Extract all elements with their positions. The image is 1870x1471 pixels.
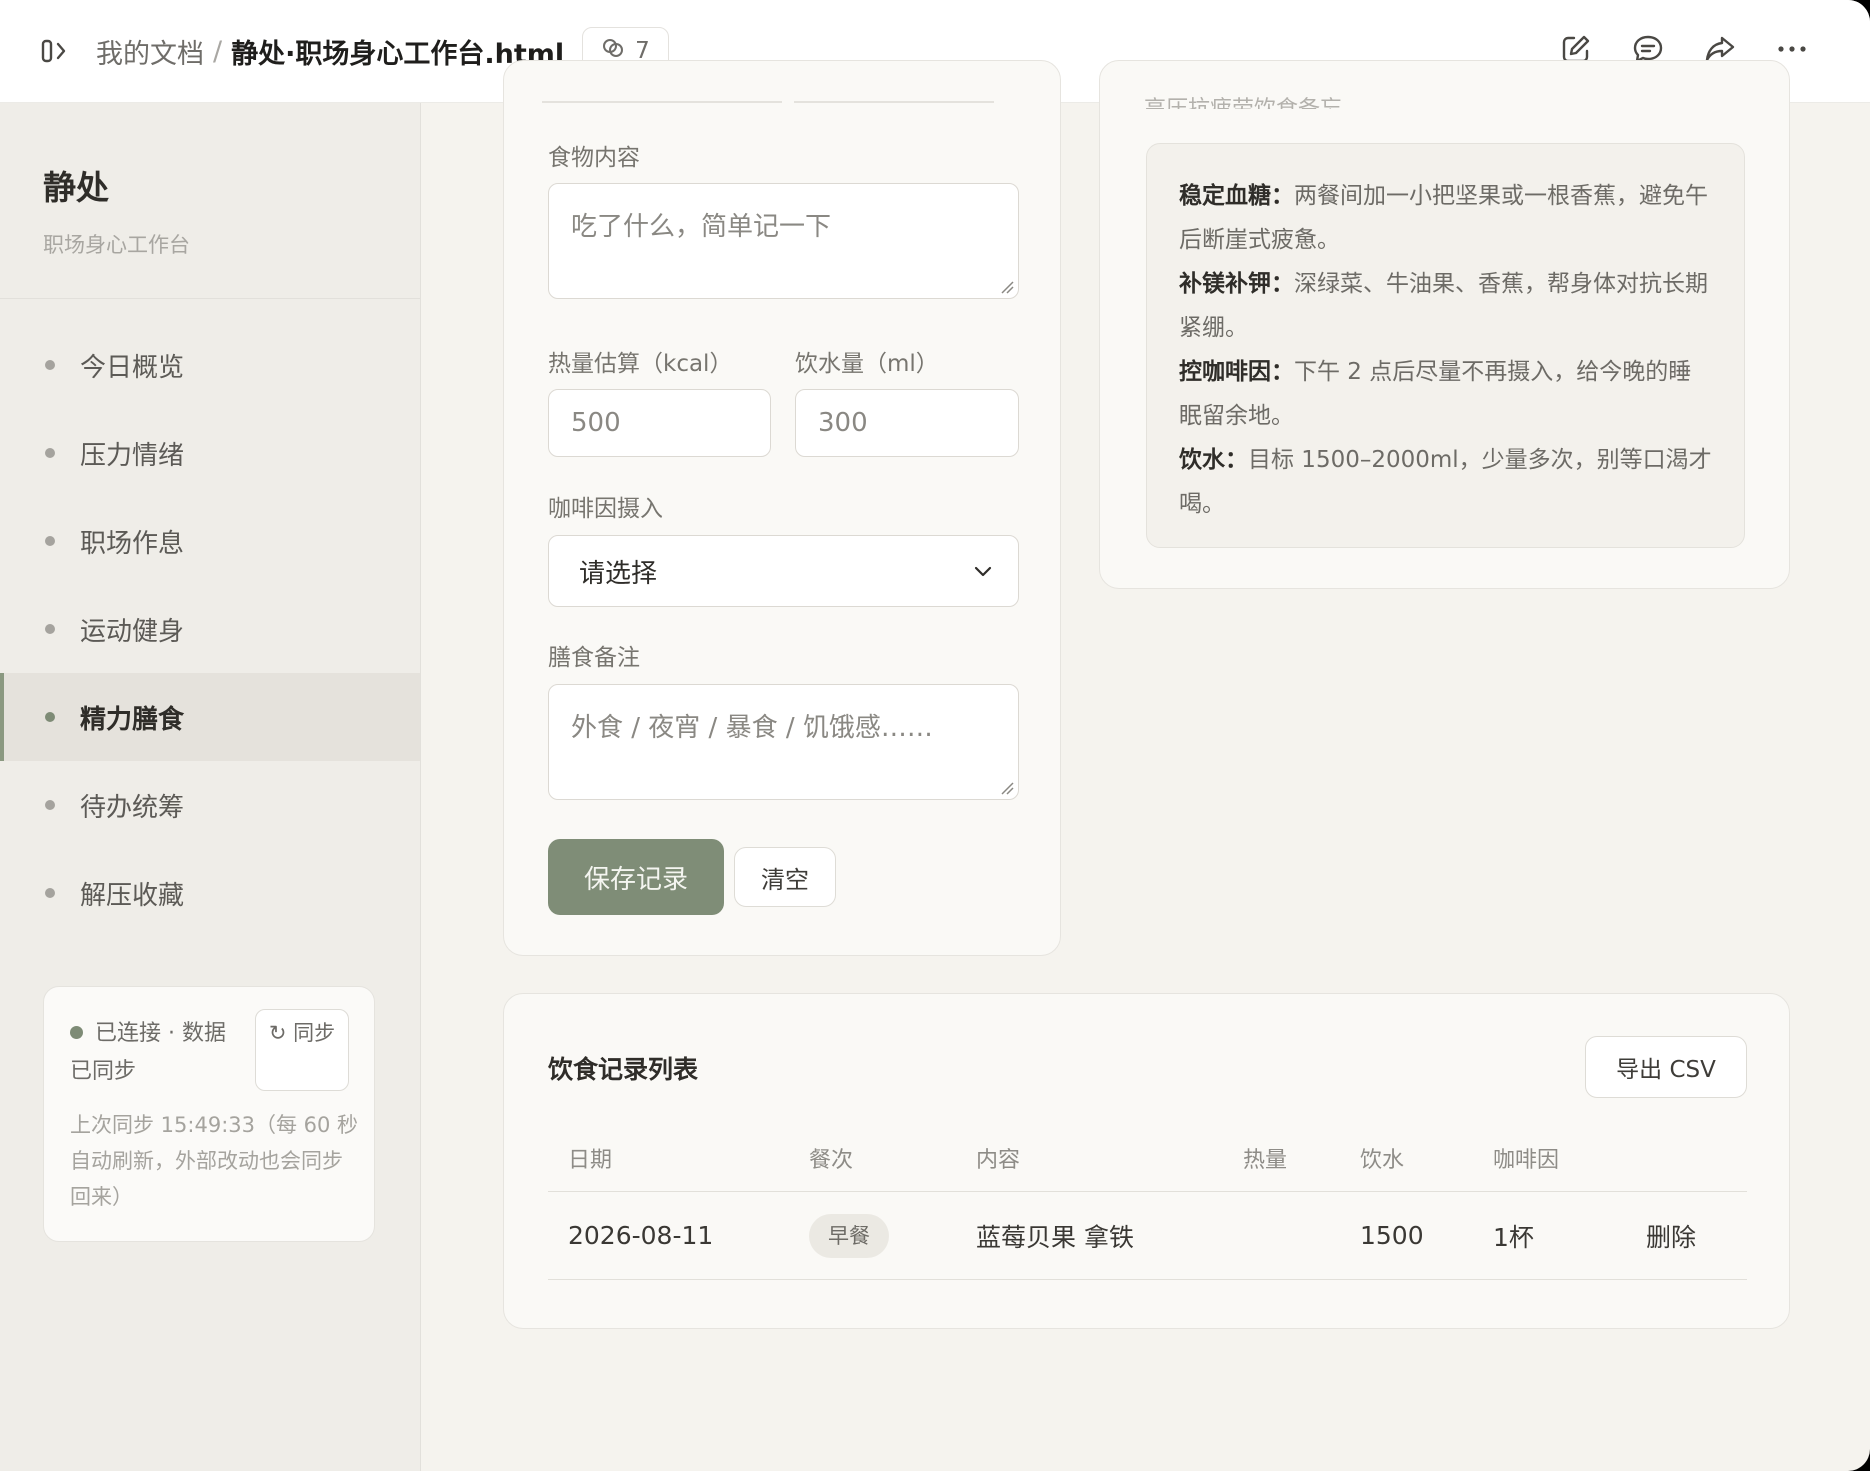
sync-status-text: 已连接 · 数据已同步	[70, 1021, 226, 1084]
clear-button[interactable]: 清空	[734, 847, 836, 907]
column-header-water[interactable]: 饮水	[1360, 1124, 1404, 1191]
breadcrumb-parent[interactable]: 我的文档	[96, 32, 204, 71]
bullet-icon	[45, 360, 55, 370]
sidebar-item-label: 精力膳食	[80, 704, 185, 735]
cell-meal: 早餐	[809, 1192, 889, 1279]
food-placeholder: 吃了什么，简单记一下	[571, 212, 832, 242]
sidebar-item-overview[interactable]: 今日概览	[0, 321, 420, 409]
sync-note: 上次同步 15:49:33（每 60 秒自动刷新，外部改动也会同步回来）	[70, 1113, 359, 1209]
sync-status: 已连接 · 数据已同步	[70, 1015, 245, 1091]
tip-title: 补镁补钾：	[1179, 271, 1294, 297]
bullet-icon	[45, 712, 55, 722]
tip-title: 饮水：	[1179, 447, 1248, 473]
column-header-calories[interactable]: 热量	[1243, 1124, 1287, 1191]
sidebar: 静处 职场身心工作台 今日概览 压力情绪 职场作息 运动健身 精力膳食 待办统筹…	[0, 103, 421, 1471]
bullet-icon	[45, 624, 55, 634]
sidebar-item-label: 运动健身	[80, 616, 185, 647]
cell-water: 1500	[1360, 1221, 1424, 1250]
tips-box: 稳定血糖：两餐间加一小把坚果或一根香蕉，避免午后断崖式疲惫。 补镁补钾：深绿菜、…	[1146, 143, 1745, 548]
tip-item: 补镁补钾：深绿菜、牛油果、香蕉，帮身体对抗长期紧绷。	[1179, 262, 1712, 350]
table-header: 日期 餐次 内容 热量 饮水 咖啡因	[548, 1124, 1747, 1192]
tip-item: 饮水：目标 1500–2000ml，少量多次，别等口渴才喝。	[1179, 438, 1712, 526]
bullet-icon	[45, 536, 55, 546]
diet-tips-card: 高压抗疲劳饮食备忘 稳定血糖：两餐间加一小把坚果或一根香蕉，避免午后断崖式疲惫。…	[1099, 60, 1790, 589]
sidebar-item-label: 待办统筹	[80, 792, 185, 823]
table-row: 2026-08-11 早餐 蓝莓贝果 拿铁 1500 1杯 删除	[548, 1192, 1747, 1280]
water-input[interactable]: 300	[795, 389, 1019, 457]
sidebar-item-stress[interactable]: 压力情绪	[0, 409, 420, 497]
water-placeholder: 300	[818, 408, 868, 438]
sidebar-item-label: 职场作息	[80, 528, 185, 559]
sidebar-toggle-icon[interactable]	[40, 36, 70, 66]
status-dot-icon	[70, 1026, 83, 1039]
tip-item: 控咖啡因：下午 2 点后尽量不再摄入，给今晚的睡眠留余地。	[1179, 350, 1712, 438]
tip-item: 稳定血糖：两餐间加一小把坚果或一根香蕉，避免午后断崖式疲惫。	[1179, 174, 1712, 262]
cell-content: 蓝莓贝果 拿铁	[976, 1222, 1134, 1252]
sidebar-item-fitness[interactable]: 运动健身	[0, 585, 420, 673]
records-table: 日期 餐次 内容 热量 饮水 咖啡因 2026-08-11 早餐 蓝莓贝果 拿铁…	[548, 1124, 1747, 1280]
tip-title: 控咖啡因：	[1179, 359, 1294, 385]
sync-button-label: 同步	[293, 1021, 336, 1045]
sidebar-item-label: 压力情绪	[80, 440, 185, 471]
sidebar-item-favorites[interactable]: 解压收藏	[0, 849, 420, 937]
sidebar-item-diet[interactable]: 精力膳食	[0, 673, 420, 761]
breadcrumb: 我的文档 / 静处·职场身心工作台.html	[96, 32, 564, 71]
resize-grip-icon[interactable]	[1000, 280, 1014, 294]
sidebar-item-label: 今日概览	[80, 352, 185, 383]
tips-heading: 高压抗疲劳饮食备忘	[1144, 91, 1342, 109]
notes-label: 膳食备注	[548, 645, 640, 671]
bullet-icon	[45, 448, 55, 458]
notes-textarea[interactable]: 外食 / 夜宵 / 暴食 / 饥饿感……	[548, 684, 1019, 800]
sidebar-item-todo[interactable]: 待办统筹	[0, 761, 420, 849]
brand: 静处 职场身心工作台	[0, 103, 420, 299]
caffeine-select[interactable]: 请选择	[548, 535, 1019, 607]
clipped-field-edge	[542, 101, 782, 103]
clipped-field-edge	[794, 101, 994, 103]
tip-text: 目标 1500–2000ml，少量多次，别等口渴才喝。	[1179, 447, 1712, 517]
breadcrumb-separator: /	[213, 35, 223, 67]
brand-title: 静处	[43, 168, 109, 207]
column-header-date[interactable]: 日期	[568, 1124, 612, 1191]
sidebar-item-schedule[interactable]: 职场作息	[0, 497, 420, 585]
chevron-down-icon	[974, 566, 992, 576]
resize-grip-icon[interactable]	[1000, 781, 1014, 795]
sync-button[interactable]: ↻ 同步	[255, 1009, 349, 1091]
calorie-placeholder: 500	[571, 408, 621, 438]
column-header-caffeine[interactable]: 咖啡因	[1493, 1124, 1559, 1191]
food-label: 食物内容	[548, 145, 640, 171]
meal-badge: 早餐	[809, 1213, 889, 1258]
food-textarea[interactable]: 吃了什么，简单记一下	[548, 183, 1019, 299]
save-button[interactable]: 保存记录	[548, 839, 724, 915]
caffeine-label: 咖啡因摄入	[548, 496, 663, 522]
records-title: 饮食记录列表	[548, 1055, 699, 1084]
water-label: 饮水量（ml）	[795, 351, 939, 377]
export-csv-button[interactable]: 导出 CSV	[1585, 1036, 1747, 1098]
notes-placeholder: 外食 / 夜宵 / 暴食 / 饥饿感……	[571, 713, 933, 743]
sidebar-nav: 今日概览 压力情绪 职场作息 运动健身 精力膳食 待办统筹 解压收藏	[0, 321, 420, 937]
caffeine-selected: 请选择	[579, 558, 658, 589]
calorie-input[interactable]: 500	[548, 389, 771, 457]
bullet-icon	[45, 800, 55, 810]
diet-form-card: 食物内容 吃了什么，简单记一下 热量估算（kcal） 500 饮水量（ml） 3…	[503, 60, 1061, 956]
sync-card: 已连接 · 数据已同步 ↻ 同步 上次同步 15:49:33（每 60 秒自动刷…	[43, 986, 375, 1242]
cell-caffeine: 1杯	[1493, 1222, 1534, 1252]
calorie-label: 热量估算（kcal）	[548, 351, 733, 377]
column-header-meal[interactable]: 餐次	[809, 1124, 853, 1191]
app-window: 我的文档 / 静处·职场身心工作台.html 7 静处 职场身心工作台 今日概览…	[0, 0, 1870, 1471]
records-card: 饮食记录列表 导出 CSV 日期 餐次 内容 热量 饮水 咖啡因 2026-08…	[503, 993, 1790, 1329]
delete-link[interactable]: 删除	[1646, 1192, 1696, 1279]
bullet-icon	[45, 888, 55, 898]
tip-title: 稳定血糖：	[1179, 183, 1294, 209]
column-header-content[interactable]: 内容	[976, 1124, 1020, 1191]
brand-subtitle: 职场身心工作台	[43, 233, 190, 257]
sidebar-item-label: 解压收藏	[80, 880, 185, 911]
refresh-icon: ↻	[268, 1021, 287, 1045]
cell-date: 2026-08-11	[568, 1221, 714, 1250]
